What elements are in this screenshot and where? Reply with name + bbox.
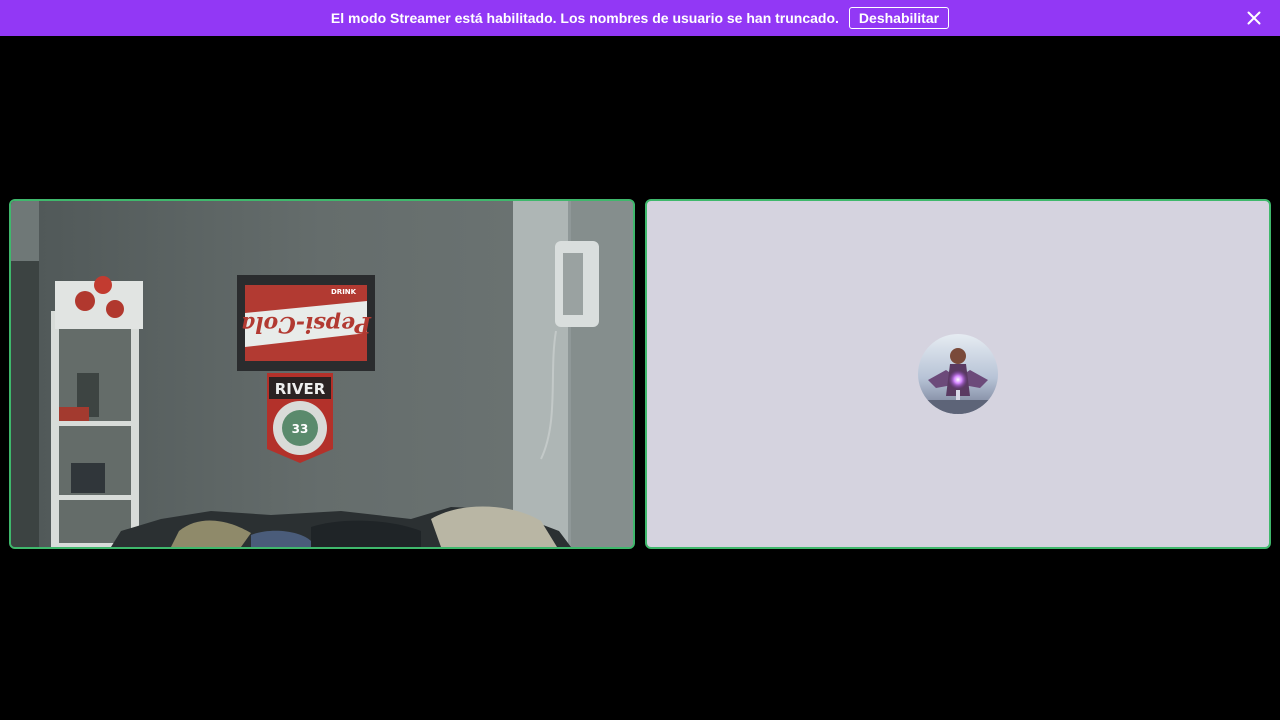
call-stage: DRINK Pepsi-Cola RIVER 33 — [0, 36, 1280, 720]
poster-logo-text: Pepsi-Cola — [241, 311, 372, 337]
flag-text: RIVER — [275, 380, 326, 398]
camera-video-feed: DRINK Pepsi-Cola RIVER 33 — [11, 201, 633, 547]
streamer-mode-banner: El modo Streamer está habilitado. Los no… — [0, 0, 1280, 36]
river-flag: RIVER 33 — [267, 373, 333, 463]
streamer-mode-message: El modo Streamer está habilitado. Los no… — [330, 10, 839, 26]
poster-top-text: DRINK — [331, 288, 357, 296]
close-icon[interactable] — [1247, 11, 1261, 25]
avatar-image — [918, 334, 998, 414]
disable-streamer-mode-button[interactable]: Deshabilitar — [848, 7, 950, 29]
bookshelf — [51, 276, 143, 547]
participant-avatar — [918, 334, 998, 414]
flag-badge-number: 33 — [292, 422, 309, 436]
camera-video-tile[interactable]: DRINK Pepsi-Cola RIVER 33 — [9, 199, 635, 549]
pepsi-poster: DRINK Pepsi-Cola — [237, 275, 375, 371]
participant-avatar-tile[interactable] — [645, 199, 1271, 549]
